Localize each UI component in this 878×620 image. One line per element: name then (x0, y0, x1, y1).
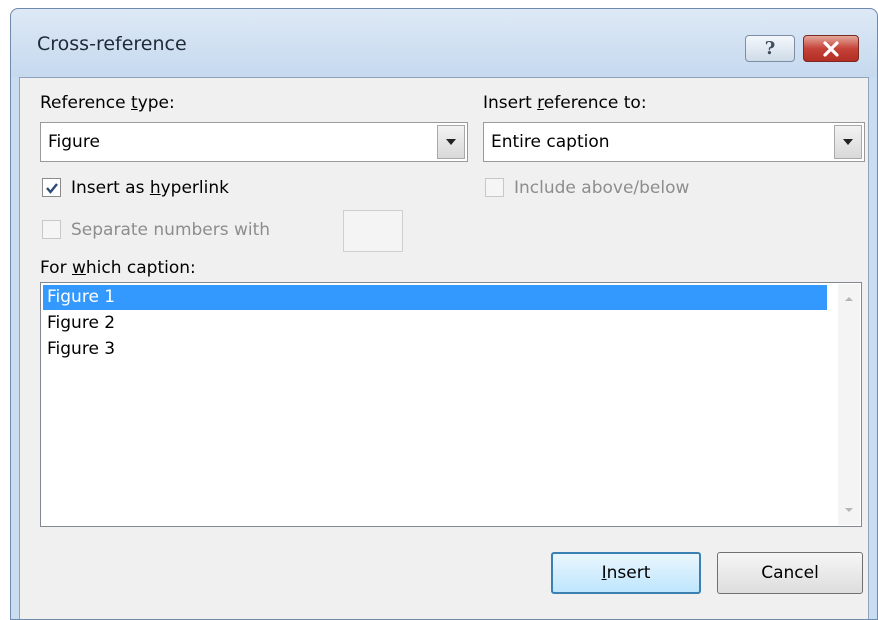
separate-numbers-label: Separate numbers with (71, 220, 271, 240)
reference-type-dropdown[interactable]: Figure (40, 122, 468, 162)
list-item[interactable]: Figure 1 (43, 285, 827, 310)
insert-reference-to-value: Entire caption (491, 132, 610, 152)
chevron-down-icon (446, 139, 456, 145)
insert-as-hyperlink-label[interactable]: Insert as hyperlink (71, 178, 229, 198)
reference-type-dropdown-button[interactable] (437, 125, 465, 159)
separate-numbers-checkbox[interactable] (42, 220, 61, 239)
help-icon: ? (764, 38, 776, 59)
scroll-up-button[interactable] (838, 288, 860, 310)
list-item[interactable]: Figure 2 (43, 311, 827, 336)
cross-reference-dialog: Cross-reference ? Reference type: Figure… (10, 8, 878, 620)
cancel-button[interactable]: Cancel (717, 552, 863, 594)
include-above-below-checkbox[interactable] (485, 178, 504, 197)
insert-button[interactable]: Insert (551, 552, 701, 594)
checkmark-icon (45, 182, 58, 194)
insert-reference-to-label: Insert reference to: (483, 93, 647, 113)
insert-reference-to-dropdown-button[interactable] (834, 125, 862, 159)
list-item[interactable]: Figure 3 (43, 337, 827, 362)
help-button[interactable]: ? (745, 35, 795, 62)
caption-listbox[interactable]: Figure 1 Figure 2 Figure 3 (40, 282, 862, 527)
title-bar[interactable]: Cross-reference ? (11, 9, 877, 77)
scroll-up-icon (845, 297, 853, 301)
scroll-down-button[interactable] (838, 499, 860, 521)
dialog-body: Reference type: Figure Insert reference … (19, 77, 869, 619)
insert-reference-to-dropdown[interactable]: Entire caption (483, 122, 865, 162)
reference-type-label: Reference type: (40, 93, 175, 113)
insert-as-hyperlink-checkbox[interactable] (42, 178, 61, 197)
chevron-down-icon (843, 139, 853, 145)
include-above-below-label: Include above/below (514, 178, 690, 198)
scroll-down-icon (845, 508, 853, 512)
reference-type-value: Figure (48, 132, 100, 152)
separate-numbers-input[interactable] (343, 210, 403, 252)
for-which-caption-label: For which caption: (40, 258, 196, 278)
close-button[interactable] (803, 35, 859, 62)
listbox-scrollbar[interactable] (838, 284, 860, 525)
close-icon (823, 40, 839, 57)
dialog-title: Cross-reference (37, 33, 187, 55)
